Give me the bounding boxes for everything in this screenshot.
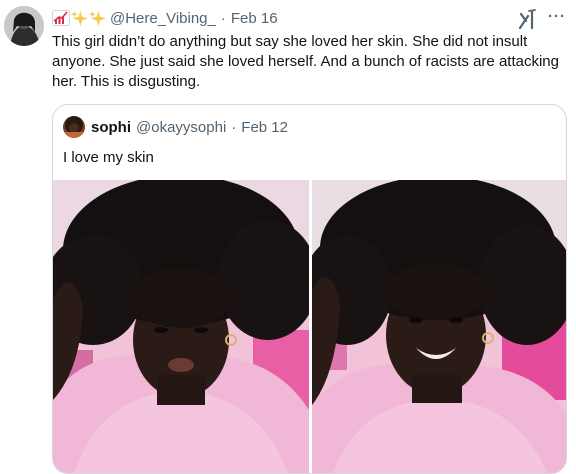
quoted-tweet-text: I love my skin	[63, 149, 154, 166]
author-handle[interactable]: @Here_Vibing_	[110, 10, 216, 27]
quoted-media-grid	[53, 180, 566, 473]
sparkles-icon	[89, 10, 106, 26]
tweet-header: @Here_Vibing_ · Feb 16	[52, 8, 278, 28]
display-name-emojis[interactable]	[52, 10, 106, 27]
quoted-tweet-date[interactable]: Feb 12	[241, 119, 288, 136]
tweet-date[interactable]: Feb 16	[231, 10, 278, 27]
quoted-tweet-card[interactable]: sophi @okayysophi · Feb 12 I love my ski…	[52, 104, 567, 474]
selfie-photo-pouting[interactable]	[53, 180, 309, 473]
grok-icon[interactable]	[518, 8, 538, 30]
quoted-tweet-header: sophi @okayysophi · Feb 12	[63, 116, 288, 138]
quoted-header-separator: ·	[231, 118, 237, 136]
chart-increasing-icon	[52, 10, 70, 26]
selfie-photo-smiling[interactable]	[312, 180, 566, 473]
tweet-text: This girl didn’t do anything but say she…	[52, 33, 559, 90]
quoted-author-avatar[interactable]	[63, 116, 85, 138]
quoted-author-handle[interactable]: @okayysophi	[136, 119, 226, 136]
author-avatar[interactable]	[4, 6, 44, 46]
sparkles-icon	[71, 10, 88, 26]
quoted-author-name[interactable]: sophi	[91, 119, 131, 136]
more-options-icon[interactable]: ···	[548, 9, 566, 24]
header-separator: ·	[220, 9, 226, 27]
